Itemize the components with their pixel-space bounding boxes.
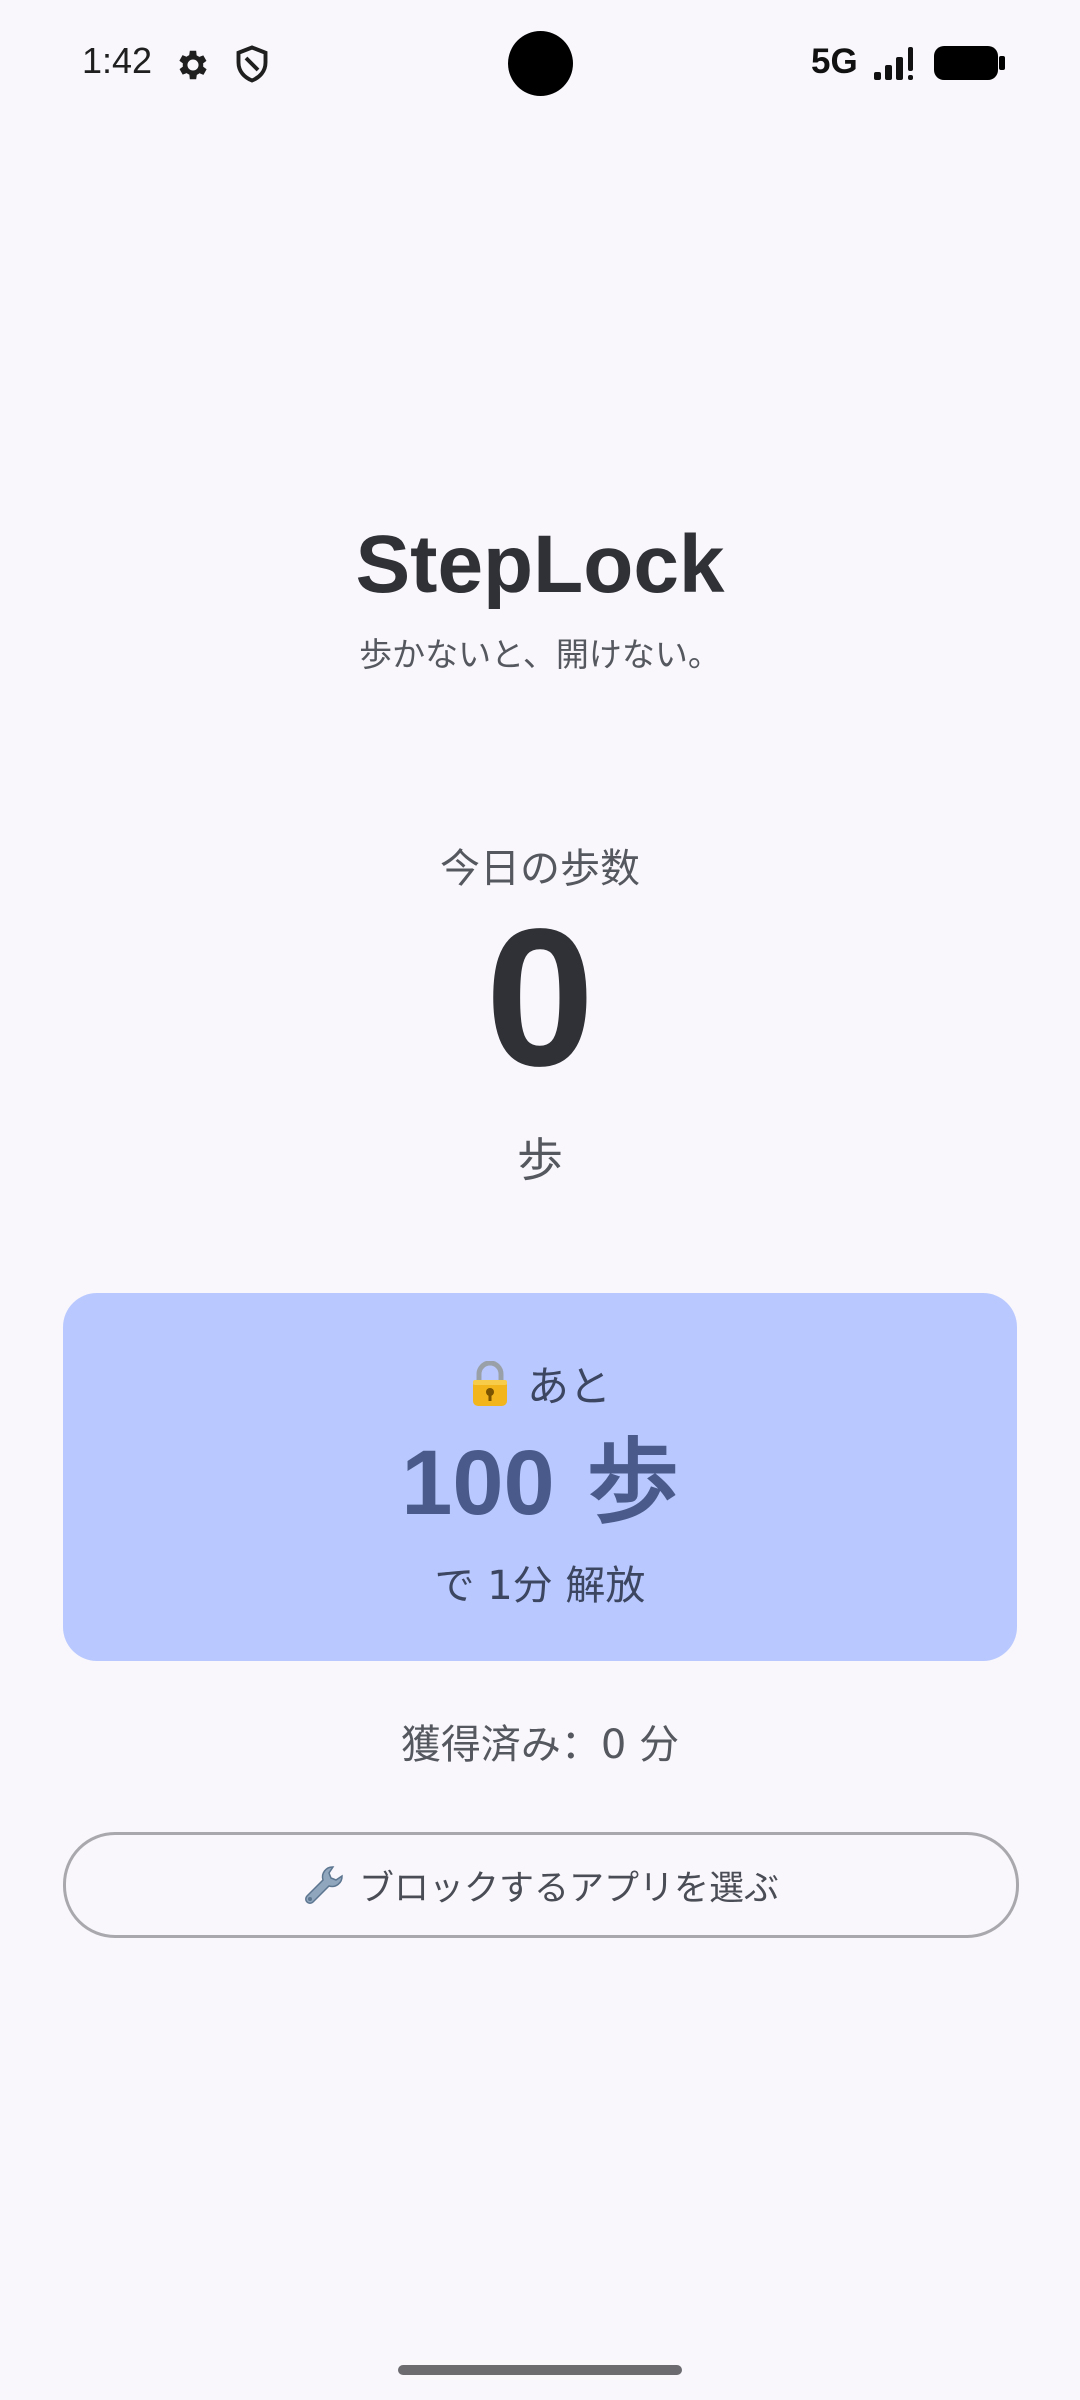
unlock-suffix: で 1分 解放: [434, 1563, 646, 1609]
network-label: 5G: [811, 42, 858, 81]
unlock-card: あと 100 歩 で 1分 解放: [63, 1293, 1017, 1661]
app-title: StepLock: [355, 519, 725, 610]
home-indicator[interactable]: [398, 2365, 682, 2375]
signal-icon: [874, 47, 913, 80]
earned-minutes: 獲得済み：0 分: [400, 1722, 680, 1768]
unlock-remaining: 100 歩: [63, 1432, 1017, 1534]
status-time: 1:42: [82, 40, 153, 81]
steps-label: 今日の歩数: [440, 846, 640, 892]
steps-count: 0: [485, 888, 595, 1107]
unlock-remaining-count: 100: [401, 1432, 555, 1534]
battery-icon: [934, 46, 1005, 80]
steps-unit: 歩: [517, 1133, 563, 1187]
camera-cutout: [508, 31, 573, 96]
shield-icon: [236, 45, 268, 83]
unlock-card-header: あと: [63, 1353, 1017, 1414]
settings-icon: [179, 50, 207, 80]
select-apps-label: ブロックするアプリを選ぶ: [358, 1868, 779, 1909]
unlock-remaining-unit: 歩: [586, 1429, 679, 1536]
lock-icon: [472, 1361, 507, 1406]
unlock-prefix: あと: [526, 1362, 611, 1411]
select-apps-button[interactable]: ブロックするアプリを選ぶ: [63, 1832, 1019, 1938]
wrench-icon: [305, 1866, 343, 1904]
status-bar: 1:42 5G: [0, 0, 1080, 128]
app-tagline: 歩かないと、開けない。: [359, 635, 721, 674]
